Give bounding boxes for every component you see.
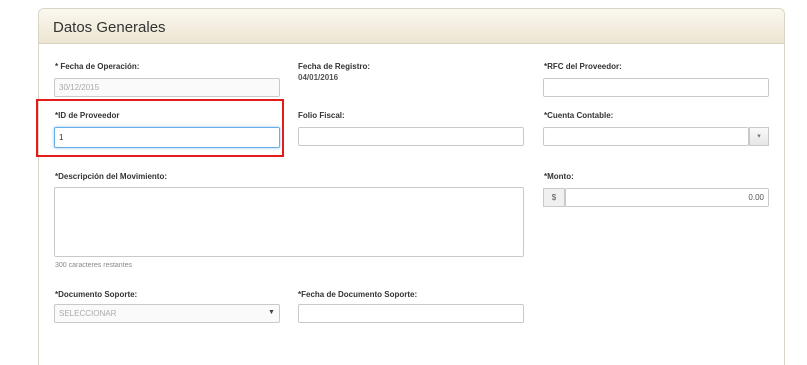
descripcion-label: *Descripción del Movimiento:	[55, 172, 168, 181]
id-proveedor-label: *ID de Proveedor	[55, 111, 120, 120]
fecha-registro-value: 04/01/2016	[298, 73, 339, 82]
rfc-proveedor-field[interactable]	[543, 78, 769, 97]
documento-soporte-value: SELECCIONAR	[59, 309, 117, 318]
documento-soporte-label: *Documento Soporte:	[55, 290, 138, 299]
cuenta-contable-dropdown-button[interactable]: ▾	[749, 127, 769, 146]
fecha-documento-input[interactable]	[298, 304, 524, 323]
panel-header: Datos Generales	[39, 9, 784, 44]
descripcion-helper: 300 caracteres restantes	[55, 262, 133, 269]
fecha-registro-label: Fecha de Registro:	[298, 62, 371, 71]
id-proveedor-input[interactable]: 1	[54, 127, 280, 148]
fecha-operacion-field[interactable]: 30/12/2015	[54, 78, 280, 97]
documento-soporte-select[interactable]: SELECCIONAR	[54, 304, 280, 323]
folio-fiscal-label: Folio Fiscal:	[298, 111, 345, 120]
fecha-operacion-label: * Fecha de Operación:	[55, 62, 140, 71]
cuenta-contable-label: *Cuenta Contable:	[544, 111, 614, 120]
monto-label: *Monto:	[544, 172, 574, 181]
rfc-proveedor-label: *RFC del Proveedor:	[544, 62, 622, 71]
fecha-documento-label: *Fecha de Documento Soporte:	[298, 290, 418, 299]
descripcion-textarea[interactable]	[54, 187, 524, 257]
panel-title: Datos Generales	[53, 19, 166, 36]
monto-input[interactable]: 0.00	[565, 188, 769, 207]
currency-addon: $	[543, 188, 565, 207]
dropdown-caret-icon: ▼	[268, 309, 275, 316]
cuenta-contable-select[interactable]	[543, 127, 749, 146]
folio-fiscal-input[interactable]	[298, 127, 524, 146]
chevron-down-icon: ▾	[757, 133, 761, 140]
